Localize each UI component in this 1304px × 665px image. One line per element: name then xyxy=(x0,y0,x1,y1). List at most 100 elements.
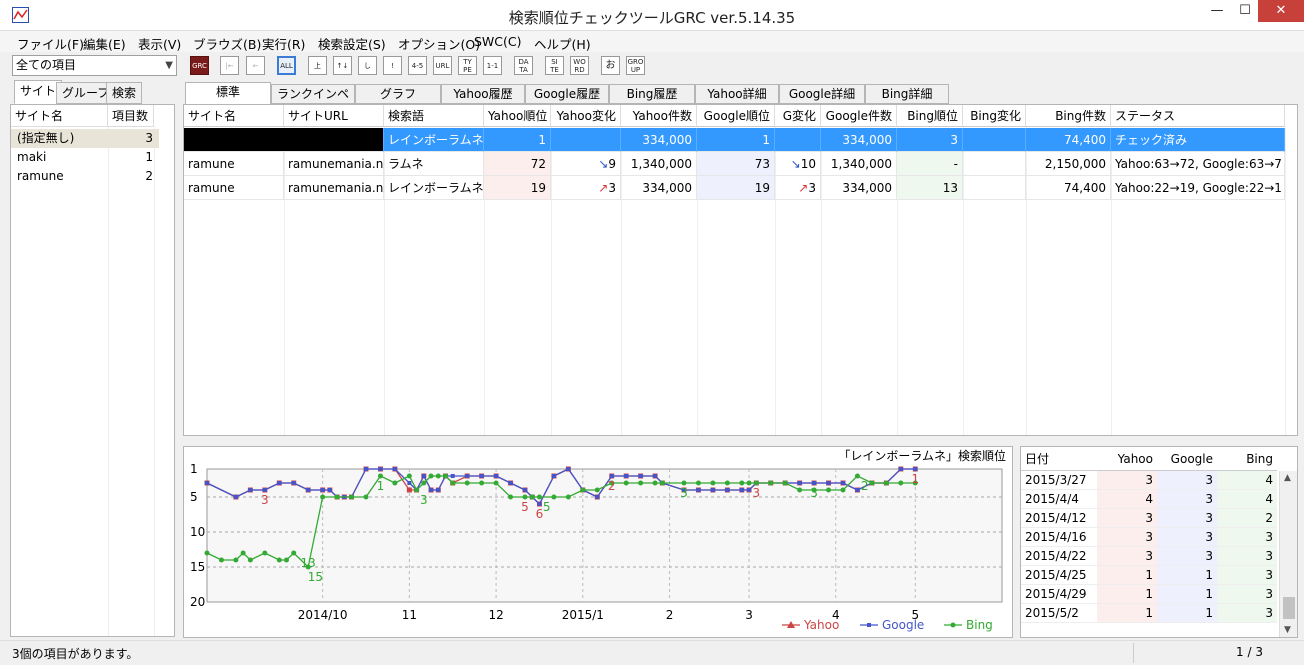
history-scrollbar[interactable]: ▲ ▼ xyxy=(1279,471,1297,637)
all-button[interactable]: ALL xyxy=(277,56,296,75)
col-google-count[interactable]: Google件数 xyxy=(821,105,897,127)
col-google-rank[interactable]: Google順位 xyxy=(697,105,775,127)
col-bing[interactable]: Bing xyxy=(1217,447,1277,471)
data-point-yahoo xyxy=(406,487,412,493)
col-status[interactable]: ステータス xyxy=(1111,105,1285,127)
col-yahoo[interactable]: Yahoo xyxy=(1097,447,1157,471)
tab-search[interactable]: 検索 xyxy=(106,82,143,104)
list-item[interactable]: (指定無し) 3 xyxy=(11,129,159,148)
history-row[interactable]: 2015/4/12 3 3 2 xyxy=(1021,509,1279,528)
o-button[interactable]: お xyxy=(601,56,620,75)
one-one-button[interactable]: 1-1 xyxy=(483,56,502,75)
google-rank-cell: 73 xyxy=(697,152,775,176)
table-row[interactable]: ramune ramunemania.n レインボーラムネ 19 ↗3 334,… xyxy=(184,176,1297,200)
data-point-bing xyxy=(826,487,832,493)
menu-view[interactable]: 表示(V) xyxy=(138,34,181,53)
history-row[interactable]: 2015/3/27 3 3 4 xyxy=(1021,471,1279,490)
data-point-google xyxy=(479,474,484,478)
type-button[interactable]: TY PE xyxy=(458,56,477,75)
scroll-thumb[interactable] xyxy=(1283,597,1295,619)
yahoo-count-cell: 1,340,000 xyxy=(621,152,697,176)
history-row[interactable]: 2015/4/22 3 3 3 xyxy=(1021,547,1279,566)
google-change-cell: ↗3 xyxy=(775,176,821,200)
updown-button[interactable]: ↑↓ xyxy=(333,56,352,75)
word-button[interactable]: WO RD xyxy=(570,56,589,75)
col-site-url[interactable]: サイトURL xyxy=(284,105,384,127)
y-tick-label: 20 xyxy=(190,595,205,609)
tab-site[interactable]: サイト xyxy=(14,80,63,104)
menu-options[interactable]: オプション(O) xyxy=(398,34,480,53)
col-site-name[interactable]: サイト名 xyxy=(184,105,284,127)
menu-help[interactable]: ヘルプ(H) xyxy=(534,34,591,53)
url-button[interactable]: URL xyxy=(433,56,452,75)
list-item[interactable]: ramune 2 xyxy=(11,167,159,186)
grc-button[interactable]: GRC xyxy=(190,56,209,75)
col-bing-count[interactable]: Bing件数 xyxy=(1026,105,1111,127)
menu-file[interactable]: ファイル(F) xyxy=(17,34,84,53)
tab-standard[interactable]: 標準 xyxy=(185,82,271,105)
col-bing-change[interactable]: Bing変化 xyxy=(963,105,1026,127)
data-button[interactable]: DA TA xyxy=(514,56,533,75)
menu-edit[interactable]: 編集(E) xyxy=(83,34,126,53)
scroll-down-icon[interactable]: ▼ xyxy=(1284,625,1291,635)
col-google-change[interactable]: G変化 xyxy=(775,105,821,127)
item-count-header[interactable]: 項目数 xyxy=(108,105,154,127)
col-date[interactable]: 日付 xyxy=(1021,447,1097,471)
data-point-google xyxy=(710,488,715,492)
col-keyword[interactable]: 検索語 xyxy=(384,105,484,127)
data-point-bing xyxy=(638,480,644,486)
chevron-down-icon: ▼ xyxy=(165,60,173,71)
col-bing-rank[interactable]: Bing順位 xyxy=(897,105,963,127)
menu-swc[interactable]: SWC(C) xyxy=(474,34,522,49)
history-row[interactable]: 2015/5/2 1 1 3 xyxy=(1021,604,1279,623)
l-button[interactable]: し xyxy=(358,56,377,75)
alert-button[interactable]: ! xyxy=(383,56,402,75)
menu-run[interactable]: 実行(R) xyxy=(262,34,305,53)
history-date: 2015/5/2 xyxy=(1021,604,1097,623)
item-filter-select[interactable]: 全ての項目 ▼ xyxy=(12,55,177,76)
tab-bing-detail[interactable]: Bing詳細 xyxy=(865,84,949,104)
close-button[interactable]: ✕ xyxy=(1258,0,1304,22)
data-point-bing xyxy=(797,487,803,493)
history-row[interactable]: 2015/4/25 1 1 3 xyxy=(1021,566,1279,585)
menu-browse[interactable]: ブラウズ(B) xyxy=(193,34,261,53)
data-point-bing xyxy=(276,557,282,563)
data-point-bing xyxy=(421,480,427,486)
first-button[interactable]: |← xyxy=(220,56,239,75)
col-yahoo-rank[interactable]: Yahoo順位 xyxy=(484,105,551,127)
top-button[interactable]: 上 xyxy=(308,56,327,75)
bing-count-cell: 74,400 xyxy=(1026,176,1111,200)
site-name-header[interactable]: サイト名 xyxy=(11,105,108,127)
col-google[interactable]: Google xyxy=(1157,447,1217,471)
bing-count-cell: 2,150,000 xyxy=(1026,152,1111,176)
tab-google-history[interactable]: Google履歴 xyxy=(525,84,609,104)
history-row[interactable]: 2015/4/4 4 3 4 xyxy=(1021,490,1279,509)
tab-bing-history[interactable]: Bing履歴 xyxy=(609,84,695,104)
group-button[interactable]: GRO UP xyxy=(626,56,645,75)
tab-google-detail[interactable]: Google詳細 xyxy=(779,84,865,104)
scroll-up-icon[interactable]: ▲ xyxy=(1284,473,1291,483)
menu-search-settings[interactable]: 検索設定(S) xyxy=(318,34,386,53)
col-yahoo-count[interactable]: Yahoo件数 xyxy=(621,105,697,127)
data-point-bing xyxy=(479,480,485,486)
col-yahoo-change[interactable]: Yahoo変化 xyxy=(551,105,621,127)
tab-yahoo-detail[interactable]: Yahoo詳細 xyxy=(695,84,779,104)
table-row[interactable]: ramune ramunemania.n ラムネ 72 ↘9 1,340,000… xyxy=(184,152,1297,176)
rank-chart-panel: 1 5 10 15 20 2014/10 11 12 2015/1 2 3 4 5 「レインボーラムネ」検… xyxy=(183,446,1013,638)
data-label: 5 xyxy=(521,500,529,514)
site-button[interactable]: SI TE xyxy=(545,56,564,75)
tab-yahoo-history[interactable]: Yahoo履歴 xyxy=(441,84,525,104)
history-date: 2015/4/16 xyxy=(1021,528,1097,547)
history-row[interactable]: 2015/4/16 3 3 3 xyxy=(1021,528,1279,547)
x-tick-label: 2 xyxy=(666,608,674,622)
history-row[interactable]: 2015/4/29 1 1 3 xyxy=(1021,585,1279,604)
data-point-google xyxy=(653,474,658,478)
tab-rankin-page[interactable]: ランクインページ xyxy=(271,84,355,119)
site-name: maki xyxy=(17,150,47,164)
range-button[interactable]: 4-5 xyxy=(408,56,427,75)
list-item[interactable]: maki 1 xyxy=(11,148,159,167)
table-row[interactable]: レインボーラムネ 1 334,000 1 334,000 3 74,400 チェ… xyxy=(184,128,1297,152)
data-point-bing xyxy=(450,480,456,486)
prev-button[interactable]: ← xyxy=(246,56,265,75)
tab-graph[interactable]: グラフ xyxy=(355,84,441,104)
